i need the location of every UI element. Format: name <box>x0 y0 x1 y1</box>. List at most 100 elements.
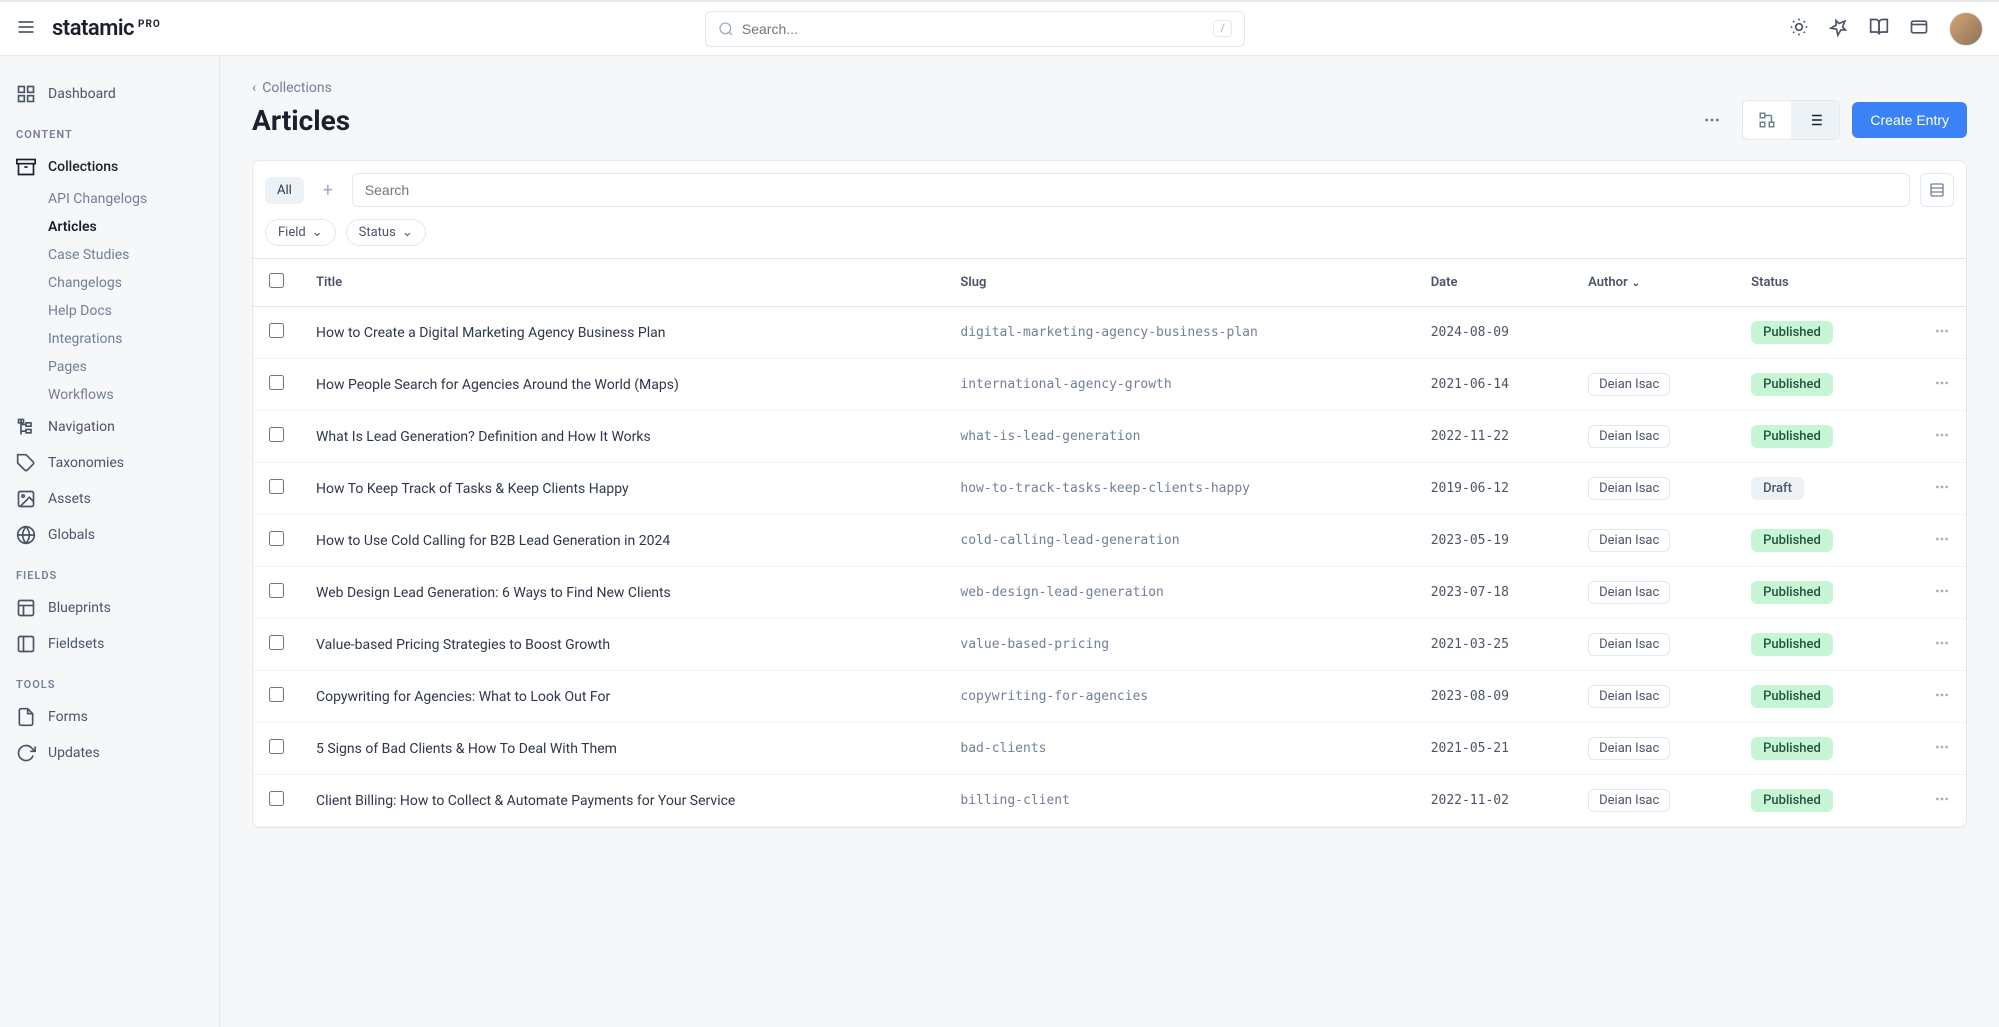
sidebar-item-label: Taxonomies <box>48 455 124 471</box>
select-all-checkbox[interactable] <box>269 273 284 288</box>
sidebar-sub-item[interactable]: Pages <box>0 353 219 381</box>
sidebar-item-blueprints[interactable]: Blueprints <box>0 590 219 626</box>
row-checkbox[interactable] <box>269 739 284 754</box>
author-badge[interactable]: Deian Isac <box>1588 425 1670 448</box>
sidebar-item-updates[interactable]: Updates <box>0 735 219 771</box>
row-checkbox[interactable] <box>269 427 284 442</box>
book-icon[interactable] <box>1869 17 1889 41</box>
sidebar-sub-item[interactable]: Changelogs <box>0 269 219 297</box>
row-checkbox[interactable] <box>269 323 284 338</box>
author-badge[interactable]: Deian Isac <box>1588 737 1670 760</box>
entry-title[interactable]: Copywriting for Agencies: What to Look O… <box>316 689 610 705</box>
filter-field[interactable]: Field⌄ <box>265 219 336 246</box>
sidebar-sub-item[interactable]: Workflows <box>0 381 219 409</box>
entry-title[interactable]: What Is Lead Generation? Definition and … <box>316 429 651 445</box>
topbar: statamic PRO / <box>0 0 1999 56</box>
row-checkbox[interactable] <box>269 375 284 390</box>
author-badge[interactable]: Deian Isac <box>1588 581 1670 604</box>
columns-button[interactable] <box>1920 173 1954 207</box>
row-actions[interactable] <box>1897 775 1966 827</box>
author-badge[interactable]: Deian Isac <box>1588 477 1670 500</box>
sidebar-sub-item[interactable]: Integrations <box>0 325 219 353</box>
author-badge[interactable]: Deian Isac <box>1588 373 1670 396</box>
col-title[interactable]: Title <box>300 259 944 307</box>
entry-title[interactable]: 5 Signs of Bad Clients & How To Deal Wit… <box>316 741 617 757</box>
sidebar-item-fieldsets[interactable]: Fieldsets <box>0 626 219 662</box>
row-actions[interactable] <box>1897 359 1966 411</box>
more-actions[interactable] <box>1694 102 1730 138</box>
dots-icon <box>1934 323 1950 339</box>
sidebar-item-label: Updates <box>48 745 100 761</box>
page-title: Articles <box>252 104 350 137</box>
sidebar-sub-item[interactable]: Case Studies <box>0 241 219 269</box>
col-author[interactable]: Author⌄ <box>1572 259 1735 307</box>
entry-date: 2021-05-21 <box>1415 723 1572 775</box>
breadcrumb[interactable]: ‹ Collections <box>252 80 1967 96</box>
sidebar-item-globals[interactable]: Globals <box>0 517 219 553</box>
entry-title[interactable]: How to Create a Digital Marketing Agency… <box>316 325 665 341</box>
col-status[interactable]: Status <box>1735 259 1897 307</box>
entry-date: 2023-05-19 <box>1415 515 1572 567</box>
entry-date: 2022-11-02 <box>1415 775 1572 827</box>
sidebar-sub-item[interactable]: Help Docs <box>0 297 219 325</box>
col-date[interactable]: Date <box>1415 259 1572 307</box>
sidebar-section-content: CONTENT <box>0 112 219 149</box>
sidebar-item-collections[interactable]: Collections <box>0 149 219 185</box>
sidebar-sub-item[interactable]: API Changelogs <box>0 185 219 213</box>
row-checkbox[interactable] <box>269 583 284 598</box>
sidebar-item-taxonomies[interactable]: Taxonomies <box>0 445 219 481</box>
menu-toggle[interactable] <box>16 17 36 41</box>
author-badge[interactable]: Deian Isac <box>1588 633 1670 656</box>
row-actions[interactable] <box>1897 463 1966 515</box>
row-actions[interactable] <box>1897 723 1966 775</box>
row-actions[interactable] <box>1897 671 1966 723</box>
entry-title[interactable]: How People Search for Agencies Around th… <box>316 377 679 393</box>
status-badge: Published <box>1751 581 1833 604</box>
row-actions[interactable] <box>1897 515 1966 567</box>
author-badge[interactable]: Deian Isac <box>1588 789 1670 812</box>
global-search[interactable]: / <box>705 11 1245 47</box>
sidebar-item-navigation[interactable]: Navigation <box>0 409 219 445</box>
view-tree[interactable] <box>1743 101 1791 139</box>
row-checkbox[interactable] <box>269 479 284 494</box>
sidebar-section-tools: TOOLS <box>0 662 219 699</box>
site-icon[interactable] <box>1909 17 1929 41</box>
row-actions[interactable] <box>1897 411 1966 463</box>
row-checkbox[interactable] <box>269 635 284 650</box>
entry-title[interactable]: Web Design Lead Generation: 6 Ways to Fi… <box>316 585 671 601</box>
theme-icon[interactable] <box>1789 17 1809 41</box>
table-row: 5 Signs of Bad Clients & How To Deal Wit… <box>253 723 1966 775</box>
entry-slug: bad-clients <box>944 723 1414 775</box>
filter-status[interactable]: Status⌄ <box>346 219 426 246</box>
row-checkbox[interactable] <box>269 791 284 806</box>
col-slug[interactable]: Slug <box>944 259 1414 307</box>
create-entry-button[interactable]: Create Entry <box>1852 102 1967 138</box>
entry-title[interactable]: How To Keep Track of Tasks & Keep Client… <box>316 481 629 497</box>
entry-title[interactable]: Client Billing: How to Collect & Automat… <box>316 793 735 809</box>
pin-icon[interactable] <box>1829 17 1849 41</box>
sidebar-sub-item[interactable]: Articles <box>0 213 219 241</box>
view-list[interactable] <box>1791 101 1839 139</box>
logo[interactable]: statamic PRO <box>52 16 161 41</box>
search-input[interactable] <box>742 21 1205 37</box>
row-checkbox[interactable] <box>269 687 284 702</box>
add-filter-tab[interactable]: + <box>314 176 342 204</box>
sidebar-item-forms[interactable]: Forms <box>0 699 219 735</box>
row-actions[interactable] <box>1897 567 1966 619</box>
entries-search[interactable] <box>352 173 1910 207</box>
logo-text: statamic <box>52 16 134 41</box>
entry-title[interactable]: Value-based Pricing Strategies to Boost … <box>316 637 610 653</box>
row-actions[interactable] <box>1897 307 1966 359</box>
user-avatar[interactable] <box>1949 12 1983 46</box>
row-checkbox[interactable] <box>269 531 284 546</box>
sidebar-item-label: Fieldsets <box>48 636 104 652</box>
entry-title[interactable]: How to Use Cold Calling for B2B Lead Gen… <box>316 533 670 549</box>
author-badge[interactable]: Deian Isac <box>1588 685 1670 708</box>
dots-icon <box>1934 791 1950 807</box>
filter-tab-all[interactable]: All <box>265 177 304 204</box>
author-badge[interactable]: Deian Isac <box>1588 529 1670 552</box>
sidebar-item-assets[interactable]: Assets <box>0 481 219 517</box>
search-shortcut: / <box>1213 20 1232 37</box>
row-actions[interactable] <box>1897 619 1966 671</box>
sidebar-item-dashboard[interactable]: Dashboard <box>0 76 219 112</box>
